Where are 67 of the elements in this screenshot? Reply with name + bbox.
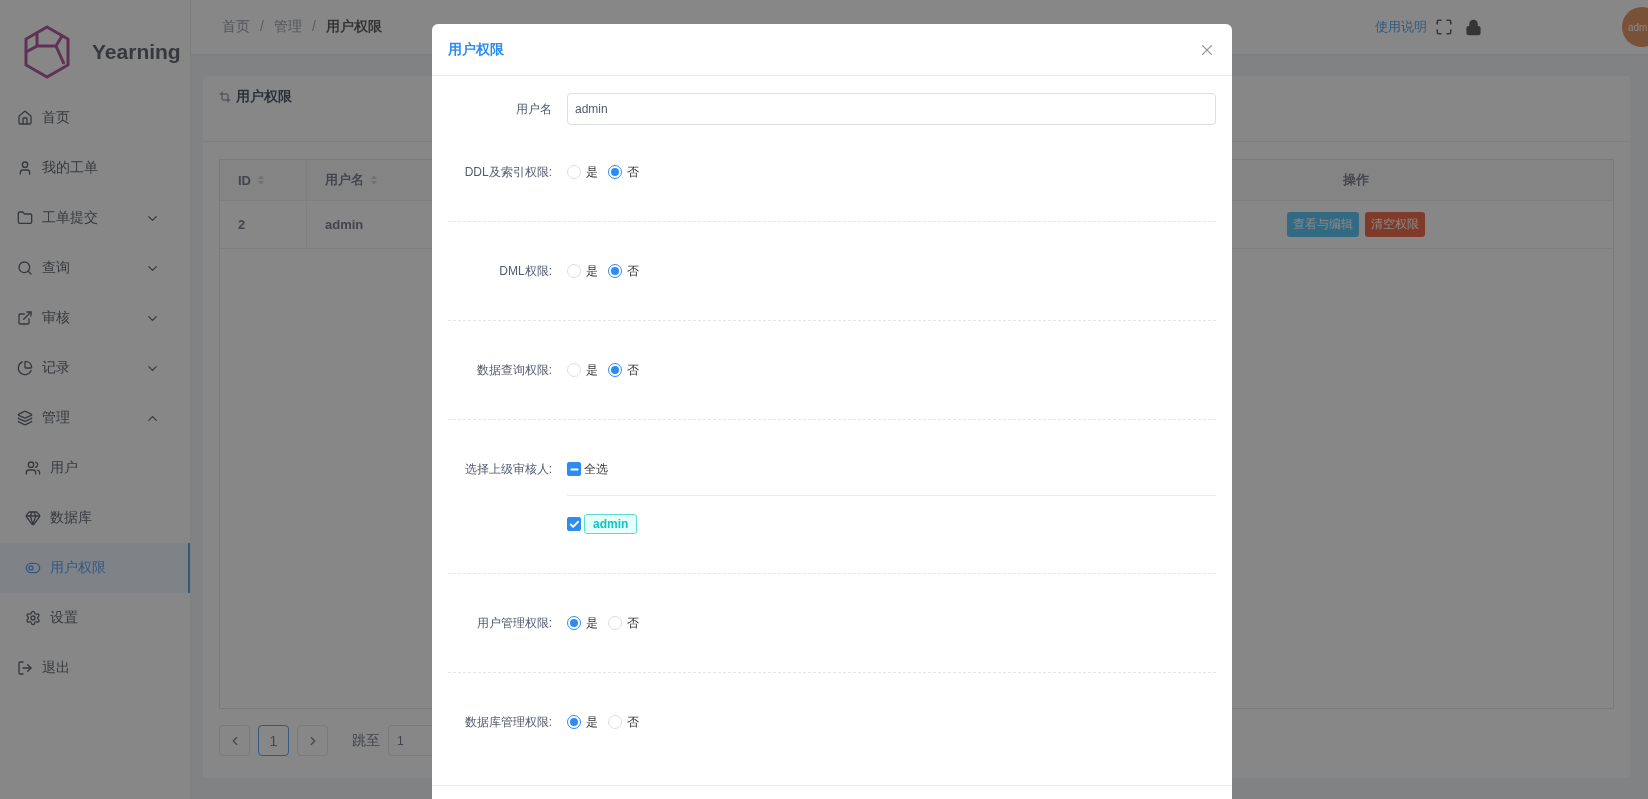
breadcrumb-separator: / [311,18,316,36]
breadcrumb-item: 用户权限 [325,18,382,36]
layers-icon [17,410,33,426]
column-header: 操作 [1342,171,1369,189]
sidebar-item[interactable]: 管理 [0,393,190,443]
username-input[interactable]: admin [567,93,1216,125]
sidebar-item[interactable]: 退出 [0,643,190,693]
select-all-label[interactable]: 全选 [584,460,608,478]
card-title: 用户权限 [236,87,292,106]
pie-chart-icon [17,360,33,376]
sidebar-subitem[interactable]: 数据库 [0,493,190,543]
sidebar-subitem[interactable]: 设置 [0,593,190,643]
check-icon [568,518,580,530]
radio-option[interactable]: 是 [567,262,598,280]
checkbox[interactable] [567,462,581,476]
radio-option[interactable]: 否 [608,361,639,379]
search-icon [17,260,33,276]
approver-tag: admin [584,514,638,534]
field-label: 数据查询权限: [475,362,553,379]
field-label: 数据库管理权限: [463,714,553,731]
fullscreen-icon[interactable] [1435,18,1453,36]
radio-option[interactable]: 是 [567,163,598,181]
toggle-icon [25,560,41,576]
sidebar-item[interactable]: 查询 [0,243,190,293]
crop-icon [219,90,231,103]
external-link-icon [17,310,33,326]
radio-option[interactable]: 是 [567,361,598,379]
field-label: DDL及索引权限: [463,164,553,181]
column-header: ID [238,172,251,188]
radio-option[interactable]: 否 [608,262,639,280]
hexagon-logo-icon [22,23,72,80]
radio-option[interactable]: 否 [608,614,639,632]
field-label: 用户管理权限: [475,615,553,632]
sidebar-item[interactable]: 我的工单 [0,143,190,193]
folder-icon [17,210,33,226]
lock-icon[interactable] [1465,18,1482,36]
clear-button[interactable]: 清空权限 [1364,212,1425,237]
users-icon [25,460,41,476]
settings-icon [25,610,41,626]
help-link[interactable]: 使用说明 [1375,18,1427,36]
sidebar-item[interactable]: 记录 [0,343,190,393]
radio-option[interactable]: 否 [608,713,639,731]
edit-button[interactable]: 查看与编辑 [1286,212,1359,237]
user-icon [17,160,33,176]
column-header: 用户名 [325,171,364,189]
sidebar-item[interactable]: 审核 [0,293,190,343]
table-cell: admin [325,217,364,232]
field-label: 选择上级审核人: [463,461,553,478]
app-logo-text: Yearning [92,39,181,64]
jump-label: 跳至 [352,731,380,750]
sidebar-subitem[interactable]: 用户 [0,443,190,493]
page-button[interactable]: 1 [258,725,289,756]
radio-option[interactable]: 是 [567,614,598,632]
gem-icon [25,510,41,526]
field-label: DML权限: [498,263,553,280]
radio-option[interactable]: 否 [608,163,639,181]
sidebar-subitem[interactable]: 用户权限 [0,543,190,593]
dialog-title: 用户权限 [448,40,505,59]
sidebar-item[interactable]: 工单提交 [0,193,190,243]
sidebar-item[interactable]: 首页 [0,93,190,143]
radio-option[interactable]: 是 [567,713,598,731]
logout-icon [17,660,33,676]
table-cell: 2 [238,217,246,232]
breadcrumb-separator: / [260,18,264,36]
checkbox[interactable] [567,517,581,531]
home-icon [17,110,33,126]
field-label: 用户名 [515,101,553,118]
